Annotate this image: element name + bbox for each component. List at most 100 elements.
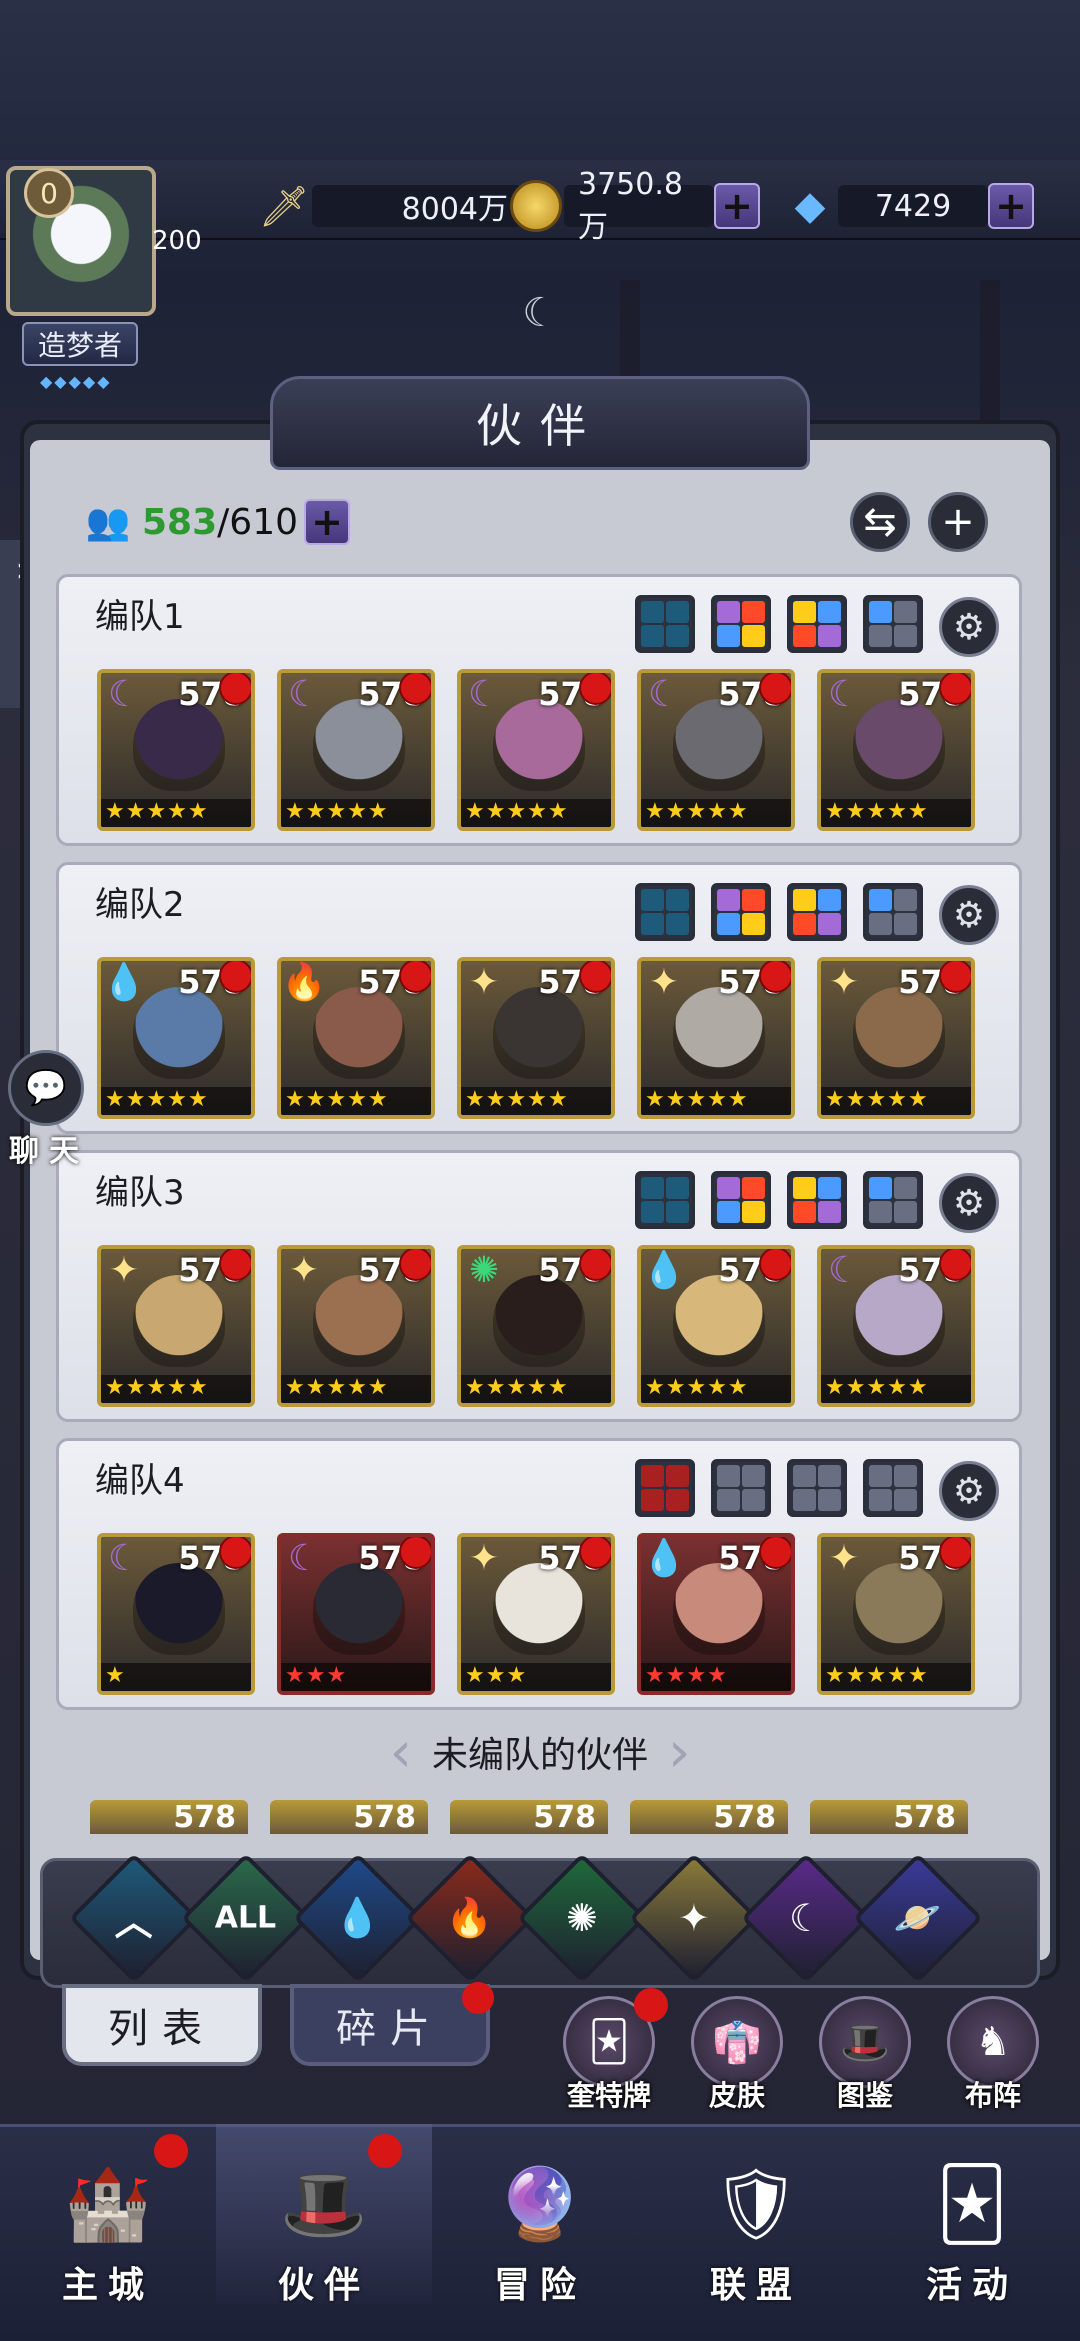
hero-card[interactable]: 💧 578 ★★★★ [637,1533,795,1695]
hero-card[interactable]: ☾ 578 ★★★★★ [637,669,795,831]
nav-label: 活动 [925,2265,1018,2306]
player-title[interactable]: 造梦者 [22,322,138,366]
team-settings-gear-icon[interactable]: ⚙ [939,1173,999,1233]
hero-card[interactable]: ☾ 578 ★★★★★ [817,1245,975,1407]
unassigned-hero-card[interactable]: 578 [90,1800,248,1834]
light-element-icon: ✦ [288,1249,320,1291]
hero-card[interactable]: ☾ 578 ★★★★★ [97,669,255,831]
synergy-icon[interactable] [787,1459,847,1517]
all-elements-icon[interactable]: ︿ [68,1852,200,1984]
formation-button[interactable]: ♞ 布阵 [938,1996,1048,2114]
hero-card[interactable]: ✦ 578 ★★★★★ [817,1533,975,1695]
moon-element-icon: ☾ [467,673,501,715]
hero-card[interactable]: ✺ 578 ★★★★★ [457,1245,615,1407]
expand-capacity-button[interactable]: + [304,499,350,545]
synergy-icon[interactable] [863,883,923,941]
water-filter-icon[interactable]: 💧 [292,1852,424,1984]
hero-stars: ★ [101,1663,251,1691]
add-diamond-button[interactable]: + [988,183,1034,229]
synergy-icon[interactable] [711,1171,771,1229]
synergy-icon[interactable] [787,1171,847,1229]
unassigned-hero-card[interactable]: 578 [630,1800,788,1834]
team-settings-gear-icon[interactable]: ⚙ [939,885,999,945]
light-filter-icon[interactable]: ✦ [628,1852,760,1984]
diamond-value: 7429 [838,185,988,227]
team-list[interactable]: 编队1 ⚙ ☾ 578 ★★★★★ ☾ 578 ★★★★★ ☾ 578 ★★★★★ ☾ 578 ★★★★★… [56,574,1022,1824]
team-name: 编队3 [95,1173,185,1213]
nav-label: 主城 [61,2265,154,2306]
hero-card[interactable]: ☾ 578 ★★★ [277,1533,435,1695]
hero-card[interactable]: ✦ 578 ★★★ [457,1533,615,1695]
team-card[interactable]: 编队2 ⚙ 💧 578 ★★★★★ 🔥 578 ★★★★★ ✦ 578 ★★★★★ ✦ 578 ★★★★★… [56,862,1022,1134]
hero-stars: ★★★★★ [281,1087,431,1115]
filter-glyph: ☾ [788,1895,824,1940]
nav-item-adventure[interactable]: 🔮 冒险 [432,2124,648,2307]
synergy-icon[interactable] [635,1459,695,1517]
notification-dot [939,673,971,705]
hero-card[interactable]: ✦ 578 ★★★★★ [277,1245,435,1407]
synergy-icon[interactable] [635,595,695,653]
sword-icon: 🗡 [258,183,310,230]
gold-value: 3750.8万 [564,167,714,245]
notification-dot [759,1537,791,1569]
unassigned-hero-card[interactable]: 578 [270,1800,428,1834]
synergy-icon[interactable] [863,1171,923,1229]
team-card[interactable]: 编队1 ⚙ ☾ 578 ★★★★★ ☾ 578 ★★★★★ ☾ 578 ★★★★★ ☾ 578 ★★★★★… [56,574,1022,846]
synergy-icon[interactable] [863,595,923,653]
hero-card[interactable]: 💧 578 ★★★★★ [97,957,255,1119]
notification-dot [634,1988,668,2022]
team-settings-gear-icon[interactable]: ⚙ [939,597,999,657]
notification-dot [579,1537,611,1569]
cosmos-filter-icon[interactable]: 🪐 [852,1852,984,1984]
partners-hat-icon: 🎩 [280,2162,368,2245]
hero-card[interactable]: ☾ 578 ★ [97,1533,255,1695]
player-level-badge: 0 [24,168,74,218]
hero-card[interactable]: 💧 578 ★★★★★ [637,1245,795,1407]
moon-filter-icon[interactable]: ☾ [740,1852,872,1984]
synergy-icon[interactable] [787,883,847,941]
tab-fragments[interactable]: 碎片 [290,1984,490,2066]
synergy-icon[interactable] [635,883,695,941]
synergy-icon[interactable] [635,1171,695,1229]
all-filter-button[interactable]: ALL [180,1852,312,1984]
team-settings-gear-icon[interactable]: ⚙ [939,1461,999,1521]
team-card[interactable]: 编队3 ⚙ ✦ 578 ★★★★★ ✦ 578 ★★★★★ ✺ 578 ★★★★★ 💧 578 ★★★★★… [56,1150,1022,1422]
hero-card[interactable]: ✦ 578 ★★★★★ [637,957,795,1119]
notification-dot [939,961,971,993]
moon-element-icon: ☾ [107,1537,141,1579]
chat-button[interactable]: 💬 聊天 [8,1050,90,1170]
hero-card[interactable]: ☾ 578 ★★★★★ [817,669,975,831]
moon-element-icon: ☾ [287,1537,321,1579]
swap-button[interactable]: ⇆ [850,492,910,552]
fire-element-icon: 🔥 [281,962,327,1003]
hero-card[interactable]: ☾ 578 ★★★★★ [457,669,615,831]
synergy-icon[interactable] [711,595,771,653]
team-card[interactable]: 编队4 ⚙ ☾ 578 ★ ☾ 578 ★★★ ✦ 578 ★★★ 💧 578 ★★★★ ✦ 578 ★★★★★ [56,1438,1022,1710]
unassigned-partner-strip[interactable]: 578 578 578 578 578 [90,1800,990,1834]
hero-card[interactable]: ✦ 578 ★★★★★ [457,957,615,1119]
add-team-button[interactable]: + [928,492,988,552]
wind-filter-icon[interactable]: ✺ [516,1852,648,1984]
hero-card[interactable]: 🔥 578 ★★★★★ [277,957,435,1119]
hero-card[interactable]: ✦ 578 ★★★★★ [97,1245,255,1407]
notification-dot [759,673,791,705]
fire-filter-icon[interactable]: 🔥 [404,1852,536,1984]
hero-card[interactable]: ✦ 578 ★★★★★ [817,957,975,1119]
synergy-icon[interactable] [863,1459,923,1517]
add-gold-button[interactable]: + [714,183,760,229]
synergy-icon[interactable] [711,1459,771,1517]
unassigned-hero-card[interactable]: 578 [450,1800,608,1834]
nav-item-events[interactable]: 🃏 活动 [864,2124,1080,2306]
synergy-icon[interactable] [711,883,771,941]
filter-glyph: ︿ [114,1899,154,1944]
nav-item-alliance[interactable]: 🛡 联盟 [648,2124,864,2307]
hero-card[interactable]: ☾ 578 ★★★★★ [277,669,435,831]
tab-list[interactable]: 列表 [62,1984,262,2066]
tarot-label: 奎特牌 [566,2079,651,2112]
water-element-icon: 💧 [101,962,147,1003]
skin-button[interactable]: 👘 皮肤 [682,1996,792,2114]
codex-button[interactable]: 🎩 图鉴 [810,1996,920,2114]
unassigned-hero-card[interactable]: 578 [810,1800,968,1834]
notification-dot [759,961,791,993]
synergy-icon[interactable] [787,595,847,653]
